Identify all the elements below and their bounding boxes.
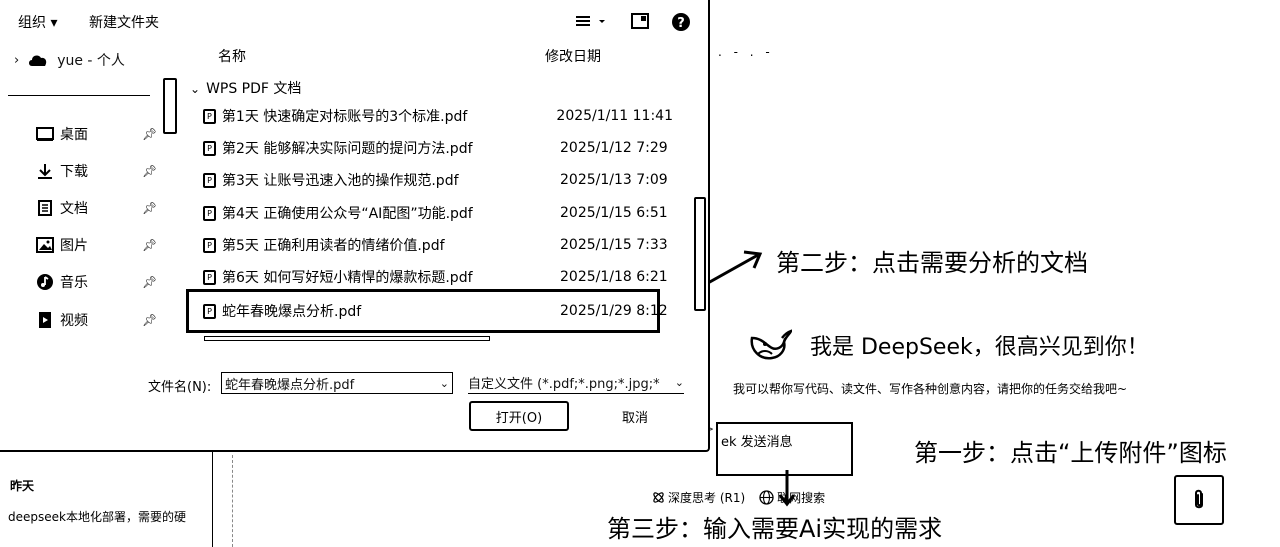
nav-item-pictures[interactable]: 图片 [36, 235, 88, 255]
picture-icon [36, 237, 54, 253]
file-row[interactable]: P 第6天 如何写好短小精悍的爆款标题.pdf 2025/1/18 6:21 [203, 262, 673, 292]
file-name: 第6天 如何写好短小精悍的爆款标题.pdf [222, 270, 473, 286]
nav-label-desktop: 桌面 [60, 127, 88, 143]
nav-label-documents: 文档 [60, 201, 88, 217]
organize-menu[interactable]: 组织 ▾ [18, 12, 57, 32]
nav-item-onedrive[interactable]: › yue - 个人 [14, 50, 125, 70]
file-date: 2025/1/15 7:33 [560, 237, 668, 253]
new-folder-button[interactable]: 新建文件夹 [89, 12, 159, 32]
open-button[interactable]: 打开(O) [469, 401, 569, 431]
nav-item-desktop[interactable]: 桌面 [36, 124, 88, 144]
file-date: 2025/1/15 6:51 [560, 205, 668, 221]
file-row[interactable]: P 第1天 快速确定对标账号的3个标准.pdf 2025/1/11 11:41 [203, 101, 673, 131]
pin-icon[interactable]: 📌︎ [142, 313, 157, 327]
nav-item-music[interactable]: 音乐 [36, 272, 88, 292]
file-name: 第1天 快速确定对标账号的3个标准.pdf [221, 109, 468, 125]
file-name: 第3天 让账号迅速入池的操作规范.pdf [222, 173, 459, 189]
pdf-file-icon: P [203, 140, 216, 156]
file-date: 2025/1/12 7:29 [560, 140, 668, 156]
collapse-chevron-icon[interactable]: ⌄ [190, 82, 200, 96]
list-view-icon[interactable] [575, 12, 607, 34]
group-label: WPS PDF 文档 [206, 81, 302, 97]
preview-pane-icon[interactable] [631, 12, 649, 34]
file-date: 2025/1/11 11:41 [556, 108, 673, 124]
filetype-select[interactable]: 自定义文件 (*.pdf;*.png;*.jpg;* ⌄ [468, 372, 684, 394]
column-header-name[interactable]: 名称 [218, 46, 246, 66]
file-row[interactable]: P 第3天 让账号迅速入池的操作规范.pdf 2025/1/13 7:09 [203, 165, 673, 195]
file-row[interactable]: P 第4天 正确使用公众号“AI配图”功能.pdf 2025/1/15 6:51 [203, 198, 673, 228]
pdf-file-icon: P [203, 108, 216, 124]
filetype-value: 自定义文件 (*.pdf;*.png;*.jpg;* [468, 377, 660, 392]
file-list-scrollbar[interactable] [694, 197, 706, 311]
document-icon [38, 200, 52, 216]
pin-icon[interactable]: 📌︎ [142, 164, 157, 178]
chevron-down-icon[interactable]: ⌄ [440, 377, 449, 390]
file-row-selected[interactable]: P 蛇年春晚爆点分析.pdf 2025/1/29 8:12 [203, 296, 673, 326]
download-icon [38, 164, 52, 179]
nav-label-downloads: 下载 [60, 164, 88, 180]
nav-separator [8, 95, 150, 96]
pin-icon[interactable]: 📌︎ [142, 238, 157, 252]
desktop-icon [36, 127, 54, 141]
music-icon [37, 274, 53, 290]
filename-input[interactable]: 蛇年春晚爆点分析.pdf ⌄ [221, 372, 453, 394]
nav-label-pictures: 图片 [60, 238, 88, 254]
filename-value: 蛇年春晚爆点分析.pdf [225, 377, 355, 393]
nav-scrollbar[interactable] [163, 78, 177, 134]
file-row[interactable]: P 第2天 能够解决实际问题的提问方法.pdf 2025/1/12 7:29 [203, 133, 673, 163]
video-icon [39, 312, 51, 328]
pin-icon[interactable]: 📌︎ [142, 275, 157, 289]
file-group-header[interactable]: ⌄ WPS PDF 文档 [190, 78, 301, 98]
svg-text:?: ? [677, 16, 685, 31]
file-name: 第5天 正确利用读者的情绪价值.pdf [222, 238, 445, 254]
file-date: 2025/1/18 6:21 [560, 269, 668, 285]
pin-icon[interactable]: 📌︎ [142, 127, 157, 141]
help-icon[interactable]: ? [671, 12, 691, 36]
file-name: 蛇年春晚爆点分析.pdf [222, 304, 362, 320]
file-name: 第2天 能够解决实际问题的提问方法.pdf [222, 141, 473, 157]
chevron-down-icon[interactable]: ⌄ [675, 376, 684, 389]
pdf-file-icon: P [203, 205, 216, 221]
nav-label-videos: 视频 [60, 313, 88, 329]
onedrive-label: yue - 个人 [57, 53, 125, 69]
file-date: 2025/1/29 8:12 [560, 303, 668, 319]
cloud-icon [29, 55, 47, 66]
pdf-file-icon: P [203, 237, 216, 253]
pdf-file-icon: P [203, 172, 216, 188]
nav-item-documents[interactable]: 文档 [36, 198, 88, 218]
nav-label-music: 音乐 [60, 275, 88, 291]
nav-item-downloads[interactable]: 下载 [36, 161, 88, 181]
file-open-dialog: 组织 ▾ 新建文件夹 ? › yue - 个人 桌面 📌︎ 下载 📌︎ 文档 📌… [0, 0, 710, 452]
file-row[interactable]: P 第5天 正确利用读者的情绪价值.pdf 2025/1/15 7:33 [203, 230, 673, 260]
filename-label: 文件名(N): [148, 380, 212, 395]
file-date: 2025/1/13 7:09 [560, 172, 668, 188]
pdf-file-icon: P [203, 303, 216, 319]
column-header-modified[interactable]: 修改日期 [545, 46, 601, 66]
horizontal-scrollbar[interactable] [204, 336, 490, 341]
cancel-button[interactable]: 取消 [585, 401, 685, 431]
pdf-file-icon: P [203, 269, 216, 285]
expand-chevron-icon[interactable]: › [14, 53, 19, 68]
pin-icon[interactable]: 📌︎ [142, 201, 157, 215]
nav-item-videos[interactable]: 视频 [36, 310, 88, 330]
file-name: 第4天 正确使用公众号“AI配图”功能.pdf [222, 206, 473, 222]
